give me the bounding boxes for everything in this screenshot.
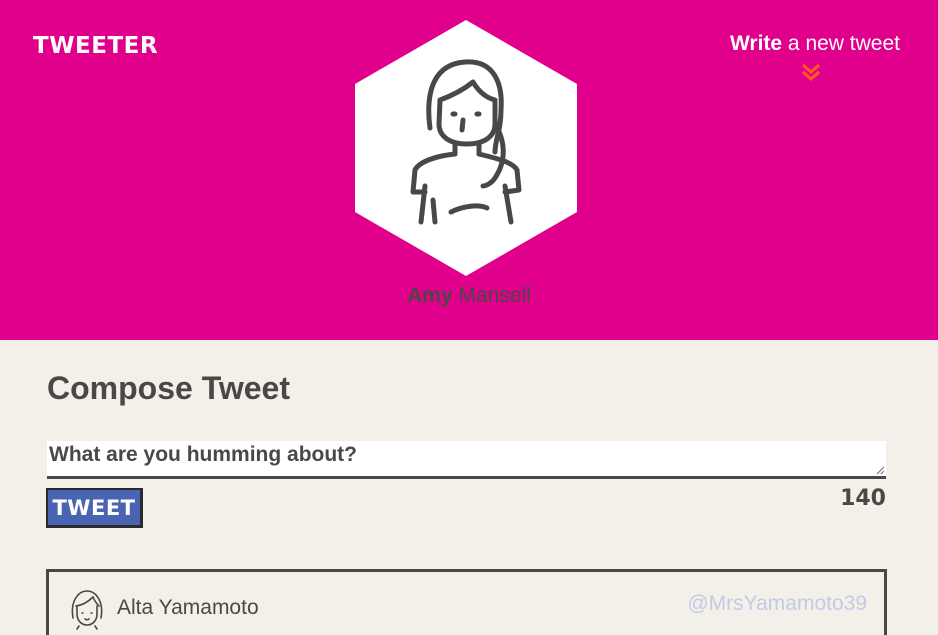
resize-grip-icon[interactable]	[876, 466, 885, 475]
tweet-author-name: Alta Yamamoto	[117, 596, 259, 619]
write-rest-label: a new tweet	[782, 32, 900, 55]
girl-avatar-icon	[71, 590, 103, 630]
app-logo[interactable]: TWEETER	[33, 33, 158, 59]
double-chevron-down-icon[interactable]	[800, 62, 822, 82]
header: TWEETER Write a new tweet Amy Mansell	[0, 0, 938, 340]
tweet-author-handle[interactable]: @MrsYamamoto39	[687, 592, 867, 616]
profile-first-name: Amy	[407, 284, 453, 307]
profile-name: Amy Mansell	[0, 284, 938, 308]
profile-last-name: Mansell	[458, 284, 531, 307]
tweet-card: Alta Yamamoto @MrsYamamoto39	[46, 569, 887, 635]
write-new-tweet-link[interactable]: Write a new tweet	[730, 32, 900, 56]
tweet-button[interactable]: TWEET	[46, 488, 143, 528]
compose-title: Compose Tweet	[47, 370, 290, 406]
woman-avatar-icon	[355, 20, 577, 276]
tweet-textarea[interactable]	[47, 441, 886, 479]
char-counter: 140	[840, 486, 886, 511]
write-bold-label: Write	[729, 32, 783, 55]
